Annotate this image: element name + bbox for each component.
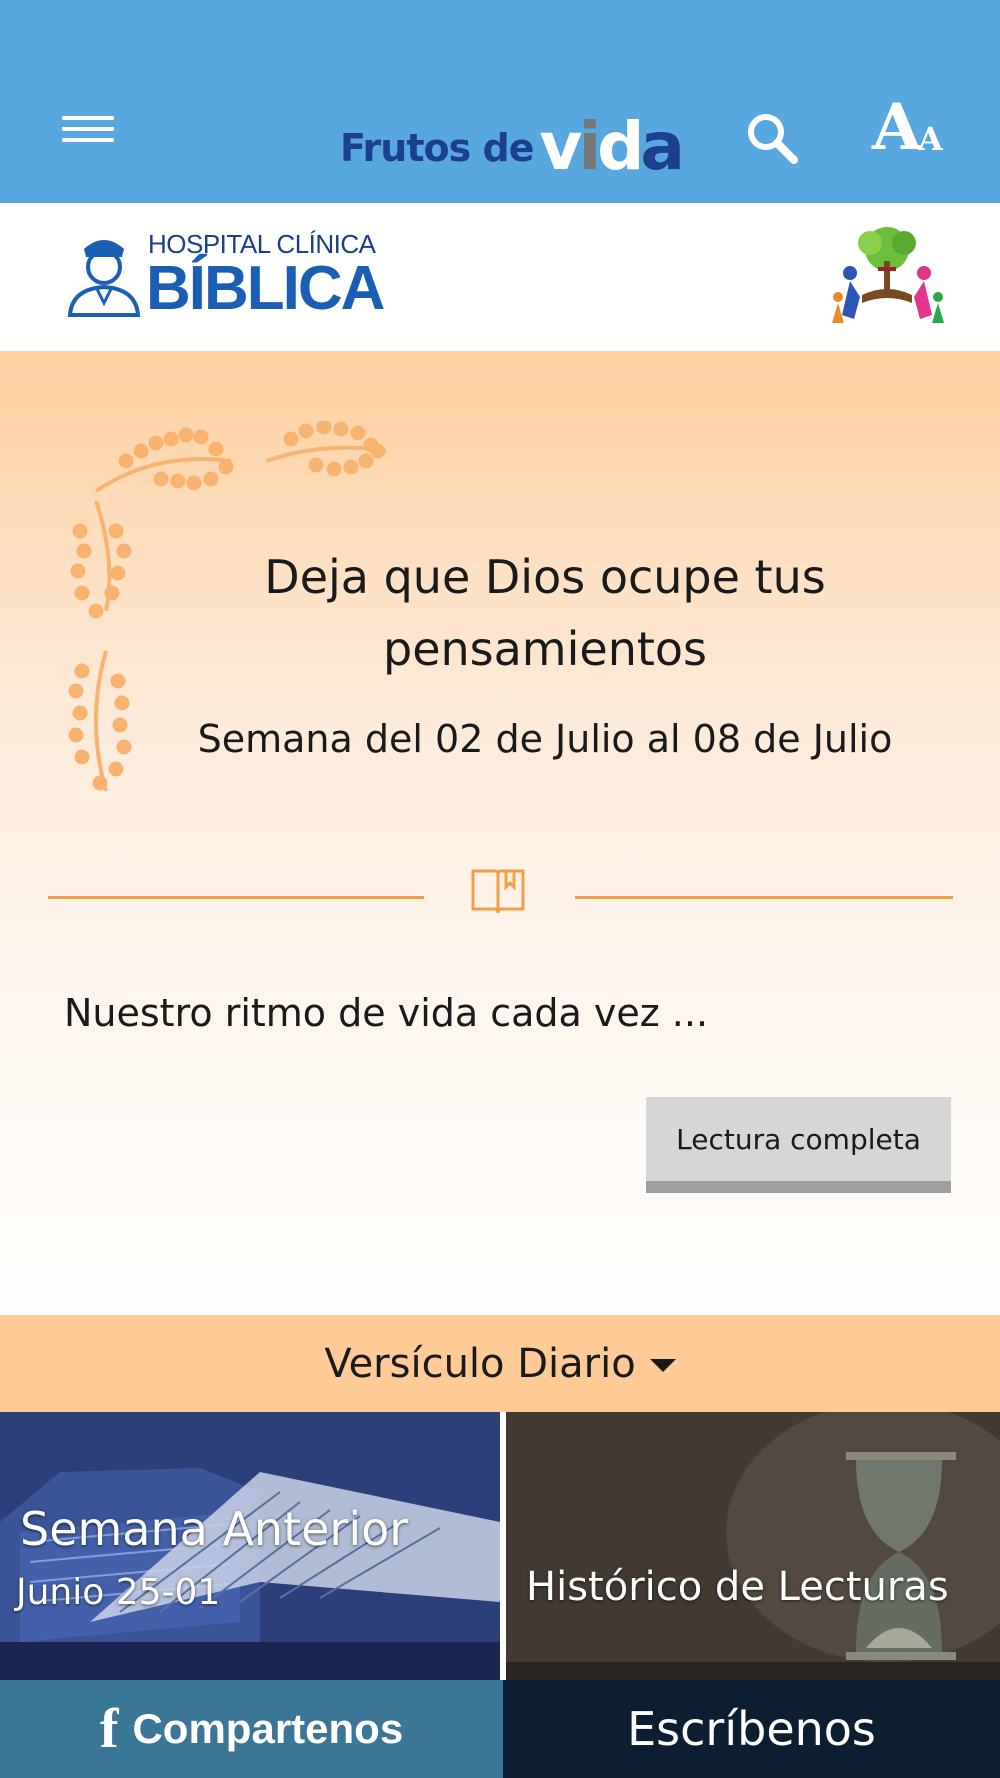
write-us-button[interactable]: Escríbenos [503,1680,1000,1778]
logo-vida: vida [539,108,684,185]
reading-excerpt: Nuestro ritmo de vida cada vez ... [64,991,709,1035]
nurse-icon [67,240,141,317]
app-header: Frutos de vida A A [0,0,1000,203]
reading-title-line2: pensamientos [383,622,707,676]
reading-history-tile[interactable]: Histórico de Lecturas [506,1412,1000,1680]
caret-down-icon [649,1359,676,1372]
church-tree-logo-icon [832,227,944,323]
hourglass-image [506,1412,1000,1680]
previous-week-title: Semana Anterior [20,1502,409,1556]
sponsor-strip: HOSPITAL CLÍNICA BÍBLICA [0,203,1000,351]
daily-verse-toggle[interactable]: Versículo Diario [0,1315,1000,1412]
write-us-label: Escríbenos [627,1702,876,1756]
reading-title-line1: Deja que Dios ocupe tus [264,550,826,604]
logo-text: Frutos de [340,126,534,170]
divider-line-left [48,896,424,899]
reading-title: Deja que Dios ocupe tus pensamientos [190,541,900,685]
daily-verse-label: Versículo Diario [324,1340,636,1387]
search-icon[interactable] [742,108,802,168]
share-button[interactable]: f Compartenos [0,1680,503,1778]
share-label: Compartenos [132,1705,404,1752]
hospital-name-line2: BÍBLICA [146,254,385,323]
read-full-button[interactable]: Lectura completa [646,1097,951,1193]
hospital-logo: HOSPITAL CLÍNICA BÍBLICA [64,225,404,325]
weekly-reading-card: Deja que Dios ocupe tus pensamientos Sem… [0,351,1000,1315]
divider-line-right [575,896,953,899]
previous-week-range: Junio 25-01 [16,1572,221,1613]
hamburger-menu-icon[interactable] [62,116,114,144]
facebook-icon: f [99,1698,119,1760]
open-book-icon [471,869,525,914]
reading-week-range: Semana del 02 de Julio al 08 de Julio [197,717,893,761]
app-logo: Frutos de vida [340,88,685,185]
reading-history-title: Histórico de Lecturas [526,1564,949,1610]
font-size-icon[interactable]: A A [872,90,952,166]
previous-week-tile[interactable]: Semana Anterior Junio 25-01 [0,1412,500,1680]
